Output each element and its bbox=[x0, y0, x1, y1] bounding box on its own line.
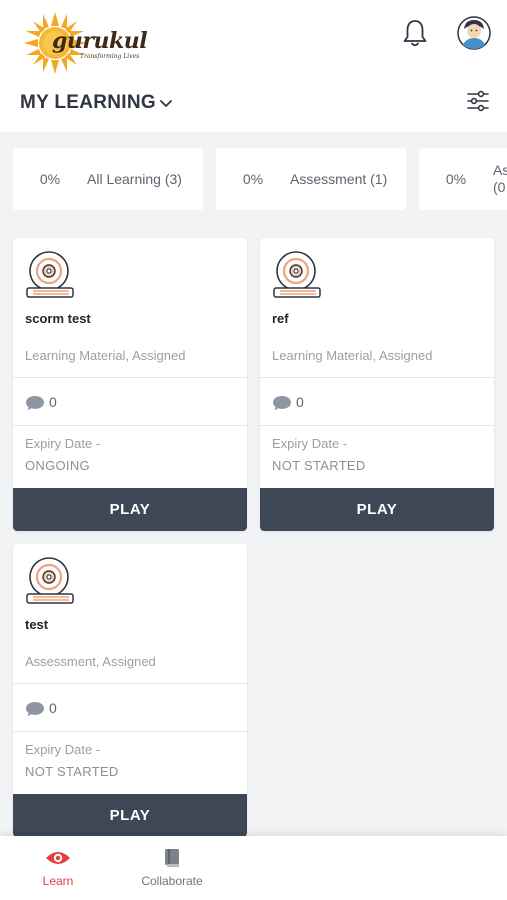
divider bbox=[13, 377, 247, 378]
app-root: gurukul Transforming Lives MY LEARNING 0… bbox=[0, 0, 507, 900]
card-meta: Learning Material, Assigned bbox=[272, 348, 433, 363]
summary-percent: 0% bbox=[445, 171, 467, 187]
gurukul-logo[interactable]: gurukul Transforming Lives bbox=[24, 12, 148, 74]
divider bbox=[13, 731, 247, 732]
disc-book-icon bbox=[26, 557, 74, 604]
card-title: test bbox=[25, 617, 49, 632]
comment-count: 0 bbox=[49, 700, 57, 716]
page-title: MY LEARNING bbox=[20, 92, 156, 113]
summary-label: As (0 bbox=[493, 162, 507, 195]
card-meta: Learning Material, Assigned bbox=[25, 348, 186, 363]
expiry-label: Expiry Date - bbox=[25, 742, 101, 757]
speech-bubble-icon[interactable] bbox=[272, 395, 292, 411]
eye-icon bbox=[46, 852, 70, 864]
summary-percent: 0% bbox=[39, 171, 61, 187]
summary-percent: 0% bbox=[242, 171, 264, 187]
summary-label: All Learning (3) bbox=[87, 171, 182, 187]
expiry-label: Expiry Date - bbox=[25, 436, 101, 451]
comment-count: 0 bbox=[296, 394, 304, 410]
chevron-down-icon bbox=[160, 100, 172, 107]
summary-strip: 0% All Learning (3) 0% Assessment (1) 0%… bbox=[0, 132, 507, 226]
logo-wordmark: gurukul bbox=[52, 28, 148, 54]
play-button[interactable]: PLAY bbox=[260, 488, 494, 531]
play-button[interactable]: PLAY bbox=[13, 488, 247, 531]
card-meta: Assessment, Assigned bbox=[25, 654, 156, 669]
nav-collaborate[interactable]: Collaborate bbox=[130, 836, 214, 900]
expiry-value: NOT STARTED bbox=[272, 458, 366, 473]
learning-filter-dropdown[interactable]: MY LEARNING bbox=[20, 92, 173, 114]
speech-bubble-icon[interactable] bbox=[25, 701, 45, 717]
divider bbox=[260, 377, 494, 378]
play-button[interactable]: PLAY bbox=[13, 794, 247, 837]
summary-label: Assessment (1) bbox=[290, 171, 388, 187]
summary-card-all-learning[interactable]: 0% All Learning (3) bbox=[13, 148, 203, 210]
disc-book-icon bbox=[26, 251, 74, 298]
learning-card[interactable]: ref Learning Material, Assigned 0 Expiry… bbox=[260, 238, 494, 531]
nav-learn-label: Learn bbox=[42, 874, 74, 888]
speech-bubble-icon[interactable] bbox=[25, 395, 45, 411]
card-title: ref bbox=[272, 311, 289, 326]
nav-learn[interactable]: Learn bbox=[30, 836, 86, 900]
bell-icon[interactable] bbox=[401, 18, 429, 48]
expiry-label: Expiry Date - bbox=[272, 436, 348, 451]
expiry-value: NOT STARTED bbox=[25, 764, 119, 779]
book-icon bbox=[165, 849, 179, 867]
disc-book-icon bbox=[273, 251, 321, 298]
divider bbox=[13, 683, 247, 684]
card-title: scorm test bbox=[25, 311, 91, 326]
divider bbox=[13, 425, 247, 426]
learning-card[interactable]: scorm test Learning Material, Assigned 0… bbox=[13, 238, 247, 531]
app-header: gurukul Transforming Lives MY LEARNING bbox=[0, 0, 507, 132]
logo-tagline: Transforming Lives bbox=[80, 53, 140, 60]
divider bbox=[260, 425, 494, 426]
nav-collaborate-label: Collaborate bbox=[141, 874, 203, 888]
expiry-value: ONGOING bbox=[25, 458, 90, 473]
profile-avatar[interactable] bbox=[457, 16, 491, 50]
summary-card-third[interactable]: 0% As (0 bbox=[419, 148, 507, 210]
learning-card[interactable]: test Assessment, Assigned 0 Expiry Date … bbox=[13, 544, 247, 837]
sliders-icon[interactable] bbox=[466, 89, 490, 113]
bottom-nav: Learn Collaborate bbox=[0, 836, 507, 900]
comment-count: 0 bbox=[49, 394, 57, 410]
summary-card-assessment[interactable]: 0% Assessment (1) bbox=[216, 148, 406, 210]
